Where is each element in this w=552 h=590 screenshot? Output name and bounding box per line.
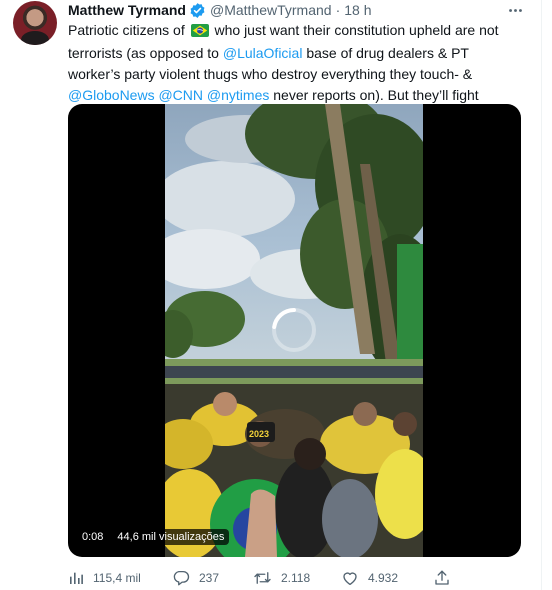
video-stats: 0:08 44,6 mil visualizações <box>77 527 233 547</box>
reply-action[interactable]: 237 <box>172 567 219 589</box>
loading-spinner-icon <box>272 307 316 352</box>
retweet-icon <box>253 569 272 587</box>
like-icon <box>341 569 359 587</box>
author-name[interactable]: Matthew Tyrmand <box>68 2 186 18</box>
sign-text: 2023 <box>249 429 269 439</box>
retweet-count: 2.118 <box>281 571 311 585</box>
more-options-icon[interactable] <box>505 0 525 20</box>
mention-link[interactable]: @GloboNews <box>68 87 155 103</box>
mention-link[interactable]: @CNN <box>158 87 203 103</box>
reply-count: 237 <box>199 571 220 585</box>
reply-icon <box>172 569 190 587</box>
video-time: 0:08 <box>77 529 109 545</box>
like-count: 4.932 <box>368 571 399 585</box>
tweet-header: Matthew Tyrmand @MatthewTyrmand · 18 h <box>68 0 372 20</box>
brazil-flag-icon <box>190 22 209 43</box>
tweet-text-segment: Patriotic citizens of <box>68 22 185 38</box>
share-action[interactable] <box>433 567 451 589</box>
tweet-actions: 115,4 mil 237 2.118 4.932 <box>68 567 520 589</box>
mention-link[interactable]: @nytimes <box>207 87 269 103</box>
mention-link[interactable]: @LulaOficial <box>223 45 303 61</box>
verified-badge-icon <box>189 2 206 19</box>
views-count: 115,4 mil <box>93 571 141 585</box>
author-handle[interactable]: @MatthewTyrmand <box>210 2 332 18</box>
timeline-border <box>541 0 542 590</box>
video-views: 44,6 mil visualizações <box>112 529 230 545</box>
like-action[interactable]: 4.932 <box>341 567 398 589</box>
video-player[interactable]: 2023 0:08 44,6 mil visualizações <box>68 104 521 557</box>
header-separator: · <box>335 2 341 18</box>
avatar-shirt <box>21 31 49 45</box>
views-action[interactable]: 115,4 mil <box>68 567 141 589</box>
author-avatar[interactable] <box>13 1 57 45</box>
tweet-timestamp[interactable]: 18 h <box>344 2 371 18</box>
analytics-icon <box>68 570 84 586</box>
retweet-action[interactable]: 2.118 <box>253 567 310 589</box>
share-icon <box>433 569 451 587</box>
